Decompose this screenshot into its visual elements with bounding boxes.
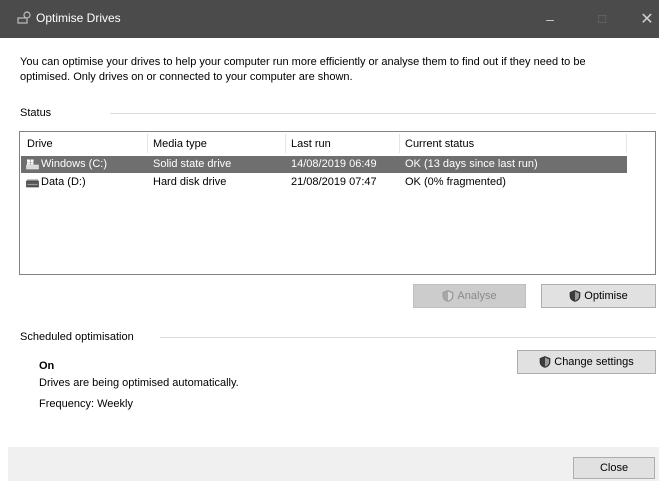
status-label: Status [20,107,52,119]
drives-list-header: Drive Media type Last run Current status [20,132,655,154]
drive-last-run: 21/08/2019 07:47 [291,176,377,188]
minimize-icon: – [546,11,554,27]
drive-media-type: Hard disk drive [153,176,227,188]
column-divider[interactable] [626,134,627,153]
admin-shield-icon [539,356,551,368]
optimise-drives-app-icon [17,11,31,24]
admin-shield-icon [443,290,454,302]
schedule-frequency: Frequency: Weekly [39,398,133,410]
drive-current-status: OK (0% fragmented) [405,176,506,188]
hard-drive-icon [26,179,39,188]
column-divider[interactable] [399,134,400,153]
dialog-footer [8,447,659,481]
change-settings-button[interactable]: Change settings [517,350,656,374]
drive-media-type: Solid state drive [153,158,232,170]
window-title: Optimise Drives [36,11,121,25]
maximize-button[interactable]: ☐ [580,0,624,38]
title-bar: Optimise Drives – ☐ ✕ [0,0,659,38]
admin-shield-icon [569,290,581,302]
windows-drive-icon [26,159,39,170]
drive-row-data[interactable]: Data (D:) Hard disk drive 21/08/2019 07:… [21,174,627,191]
close-button[interactable]: Close [573,457,655,479]
column-header-last-run[interactable]: Last run [291,138,331,150]
column-header-drive[interactable]: Drive [27,138,53,150]
status-divider [110,113,656,114]
drive-row-windows[interactable]: Windows (C:) Solid state drive 14/08/201… [21,156,627,173]
scheduled-optimisation-label: Scheduled optimisation [20,331,134,343]
maximize-icon: ☐ [597,13,607,26]
close-icon: ✕ [640,11,654,28]
drives-list[interactable]: Drive Media type Last run Current status… [19,131,656,275]
optimise-label: Optimise [584,290,628,302]
close-label: Close [599,462,629,474]
drive-last-run: 14/08/2019 06:49 [291,158,377,170]
scheduled-divider [160,337,656,338]
column-header-media-type[interactable]: Media type [153,138,207,150]
analyse-label: Analyse [457,290,497,302]
drive-name: Data (D:) [41,176,86,188]
schedule-description: Drives are being optimised automatically… [39,377,239,389]
close-window-button[interactable]: ✕ [625,0,659,38]
drive-name: Windows (C:) [41,158,108,170]
column-header-current-status[interactable]: Current status [405,138,474,150]
intro-text: You can optimise your drives to help you… [20,56,586,83]
column-divider[interactable] [285,134,286,153]
analyse-button[interactable]: Analyse [413,284,526,308]
drive-current-status: OK (13 days since last run) [405,158,538,170]
change-settings-label: Change settings [554,356,634,368]
minimize-button[interactable]: – [528,0,572,38]
schedule-state: On [39,360,55,372]
column-divider[interactable] [147,134,148,153]
optimise-button[interactable]: Optimise [541,284,656,308]
